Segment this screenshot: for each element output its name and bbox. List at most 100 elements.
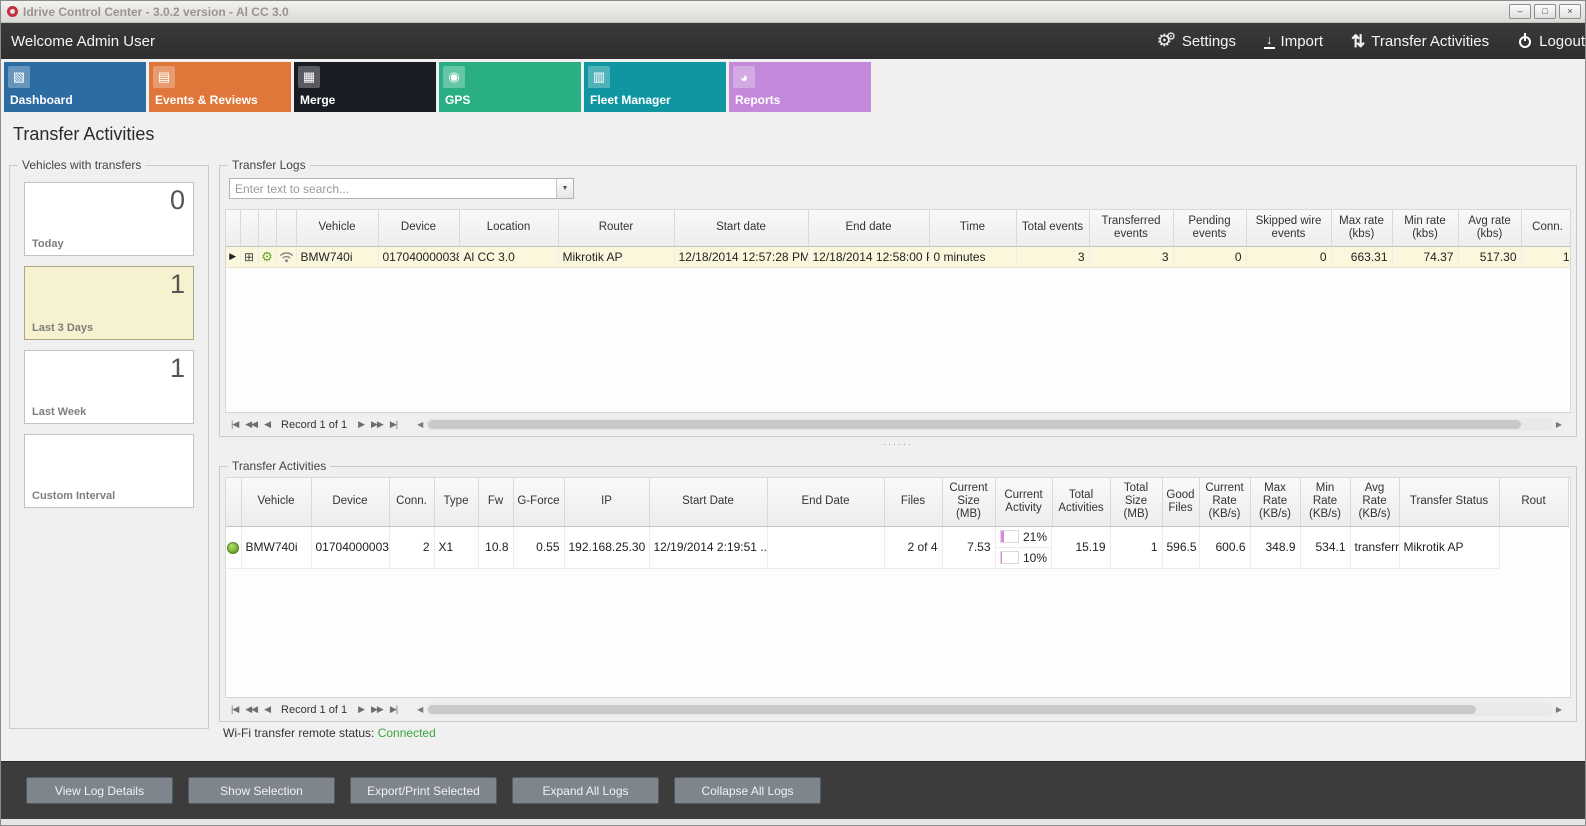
import-button[interactable]: ↓ Import	[1264, 33, 1323, 50]
col-header-gforce[interactable]: G-Force	[513, 478, 564, 526]
scroll-left-button[interactable]: ◀	[414, 705, 426, 714]
pager-prev-page-button[interactable]: ◀◀	[245, 419, 257, 430]
pager-prev-button[interactable]: ◀	[264, 419, 270, 430]
search-input[interactable]	[230, 179, 556, 198]
logout-button[interactable]: Logout	[1517, 33, 1585, 50]
tile-dashboard[interactable]: ▧ Dashboard	[4, 62, 146, 112]
tile-events-reviews[interactable]: ▤ Events & Reviews	[149, 62, 291, 112]
col-header-transferred-events[interactable]: Transferred events	[1089, 210, 1173, 246]
transfer-activities-table: Vehicle Device Conn. Type Fw G-Force IP …	[226, 478, 1569, 569]
pager-next-button[interactable]: ▶	[358, 419, 364, 430]
minimize-button[interactable]: –	[1509, 4, 1531, 19]
scrollbar-thumb[interactable]	[428, 705, 1476, 714]
col-header-device[interactable]: Device	[311, 478, 389, 526]
panel-splitter[interactable]: ······	[219, 437, 1577, 450]
search-combo: ▼	[229, 178, 574, 199]
cell-current-rate: 596.5	[1162, 526, 1199, 569]
scroll-right-button[interactable]: ▶	[1553, 420, 1565, 429]
gps-pin-icon: ◉	[443, 66, 465, 88]
col-header-fw[interactable]: Fw	[478, 478, 513, 526]
col-header-conn[interactable]: Conn.	[389, 478, 434, 526]
col-header-skipped-wire-events[interactable]: Skipped wire events	[1246, 210, 1331, 246]
export-print-selected-button[interactable]: Export/Print Selected	[350, 777, 497, 804]
col-header-good-files[interactable]: Good Files	[1162, 478, 1199, 526]
card-last-3-days[interactable]: 1 Last 3 Days	[24, 266, 194, 340]
col-header-start-date[interactable]: Start date	[674, 210, 808, 246]
col-header-current-rate[interactable]: Current Rate (KB/s)	[1199, 478, 1250, 526]
cell-good-files: 1	[1110, 526, 1162, 569]
pager-prev-button[interactable]: ◀	[264, 704, 270, 715]
col-header-avg-rate[interactable]: Avg rate (kbs)	[1458, 210, 1521, 246]
pager-prev-page-button[interactable]: ◀◀	[245, 704, 257, 715]
collapse-all-logs-button[interactable]: Collapse All Logs	[674, 777, 821, 804]
col-header-files[interactable]: Files	[884, 478, 942, 526]
transfer-activities-button[interactable]: ⇅ Transfer Activities	[1351, 33, 1489, 50]
col-header-total-events[interactable]: Total events	[1016, 210, 1089, 246]
col-header-end-date[interactable]: End Date	[767, 478, 884, 526]
col-header-min-rate[interactable]: Min rate (kbs)	[1392, 210, 1458, 246]
col-header-vehicle[interactable]: Vehicle	[296, 210, 378, 246]
col-header-current-activity[interactable]: Current Activity	[995, 478, 1052, 526]
tile-dashboard-label: Dashboard	[10, 93, 73, 107]
pager-first-button[interactable]: |◀	[231, 419, 238, 430]
col-header-type[interactable]: Type	[434, 478, 478, 526]
expand-row-icon[interactable]: ⊞	[240, 246, 258, 267]
pager-next-page-button[interactable]: ▶▶	[371, 704, 383, 715]
pager-next-page-button[interactable]: ▶▶	[371, 419, 383, 430]
pager-last-button[interactable]: ▶|	[390, 704, 397, 715]
col-header-time[interactable]: Time	[929, 210, 1016, 246]
col-header-end-date[interactable]: End date	[808, 210, 929, 246]
tile-merge[interactable]: ▦ Merge	[294, 62, 436, 112]
tile-events-label: Events & Reviews	[155, 93, 258, 107]
wifi-icon	[276, 246, 296, 267]
col-header-total-activities[interactable]: Total Activities	[1052, 478, 1110, 526]
col-header-max-rate[interactable]: Max Rate (KB/s)	[1250, 478, 1300, 526]
col-header-ip[interactable]: IP	[564, 478, 649, 526]
transfer-logs-pager: |◀ ◀◀ ◀ Record 1 of 1 ▶ ▶▶ ▶| ◀ ▶	[225, 412, 1571, 436]
card-today[interactable]: 0 Today	[24, 182, 194, 256]
tile-fleet-manager[interactable]: ▥ Fleet Manager	[584, 62, 726, 112]
tile-merge-label: Merge	[300, 93, 335, 107]
card-last-week[interactable]: 1 Last Week	[24, 350, 194, 424]
col-header-location[interactable]: Location	[459, 210, 558, 246]
tile-reports[interactable]: ◕ Reports	[729, 62, 871, 112]
dashboard-icon: ▧	[8, 66, 30, 88]
pager-last-button[interactable]: ▶|	[390, 419, 397, 430]
col-header-router[interactable]: Router	[558, 210, 674, 246]
col-header-vehicle[interactable]: Vehicle	[241, 478, 311, 526]
scrollbar-track[interactable]	[426, 703, 1553, 716]
show-selection-button[interactable]: Show Selection	[188, 777, 335, 804]
view-log-details-button[interactable]: View Log Details	[26, 777, 173, 804]
scrollbar-thumb[interactable]	[428, 420, 1521, 429]
transfer-activity-row[interactable]: BMW740i 017040000038 2 X1 10.8 0.55 192.…	[226, 526, 1568, 569]
expand-all-logs-button[interactable]: Expand All Logs	[512, 777, 659, 804]
maximize-button[interactable]: □	[1534, 4, 1556, 19]
settings-button[interactable]: ⚙⚙ Settings	[1157, 32, 1236, 50]
col-header-pending-events[interactable]: Pending events	[1173, 210, 1246, 246]
app-logo-icon	[7, 6, 18, 17]
wifi-transfer-status: Wi-Fi transfer remote status: Connected	[223, 726, 1577, 744]
col-header-current-size[interactable]: Current Size (MB)	[942, 478, 995, 526]
scrollbar-track[interactable]	[426, 418, 1553, 431]
pager-first-button[interactable]: |◀	[231, 704, 238, 715]
col-header-device[interactable]: Device	[378, 210, 459, 246]
col-header-avg-rate[interactable]: Avg Rate (KB/s)	[1350, 478, 1399, 526]
search-dropdown-button[interactable]: ▼	[556, 179, 573, 198]
close-button[interactable]: ×	[1559, 4, 1581, 19]
col-header-router[interactable]: Rout	[1499, 478, 1568, 526]
col-header-conn[interactable]: Conn.	[1521, 210, 1571, 246]
footer-toolbar: View Log Details Show Selection Export/P…	[1, 761, 1585, 819]
pager-next-button[interactable]: ▶	[358, 704, 364, 715]
col-header-transfer-status[interactable]: Transfer Status	[1399, 478, 1499, 526]
tile-gps[interactable]: ◉ GPS	[439, 62, 581, 112]
col-header-total-size[interactable]: Total Size (MB)	[1110, 478, 1162, 526]
transfer-log-row[interactable]: ▶ ⊞ ⚙ BMW740i 017040000038 Al CC	[226, 246, 1571, 267]
cell-device: 017040000038	[311, 526, 389, 569]
scroll-right-button[interactable]: ▶	[1553, 705, 1565, 714]
transfer-activities-pager: |◀ ◀◀ ◀ Record 1 of 1 ▶ ▶▶ ▶| ◀ ▶	[225, 697, 1571, 721]
card-custom-interval[interactable]: Custom Interval	[24, 434, 194, 508]
col-header-min-rate[interactable]: Min Rate (KB/s)	[1300, 478, 1350, 526]
scroll-left-button[interactable]: ◀	[414, 420, 426, 429]
col-header-max-rate[interactable]: Max rate (kbs)	[1331, 210, 1392, 246]
col-header-start-date[interactable]: Start Date	[649, 478, 767, 526]
